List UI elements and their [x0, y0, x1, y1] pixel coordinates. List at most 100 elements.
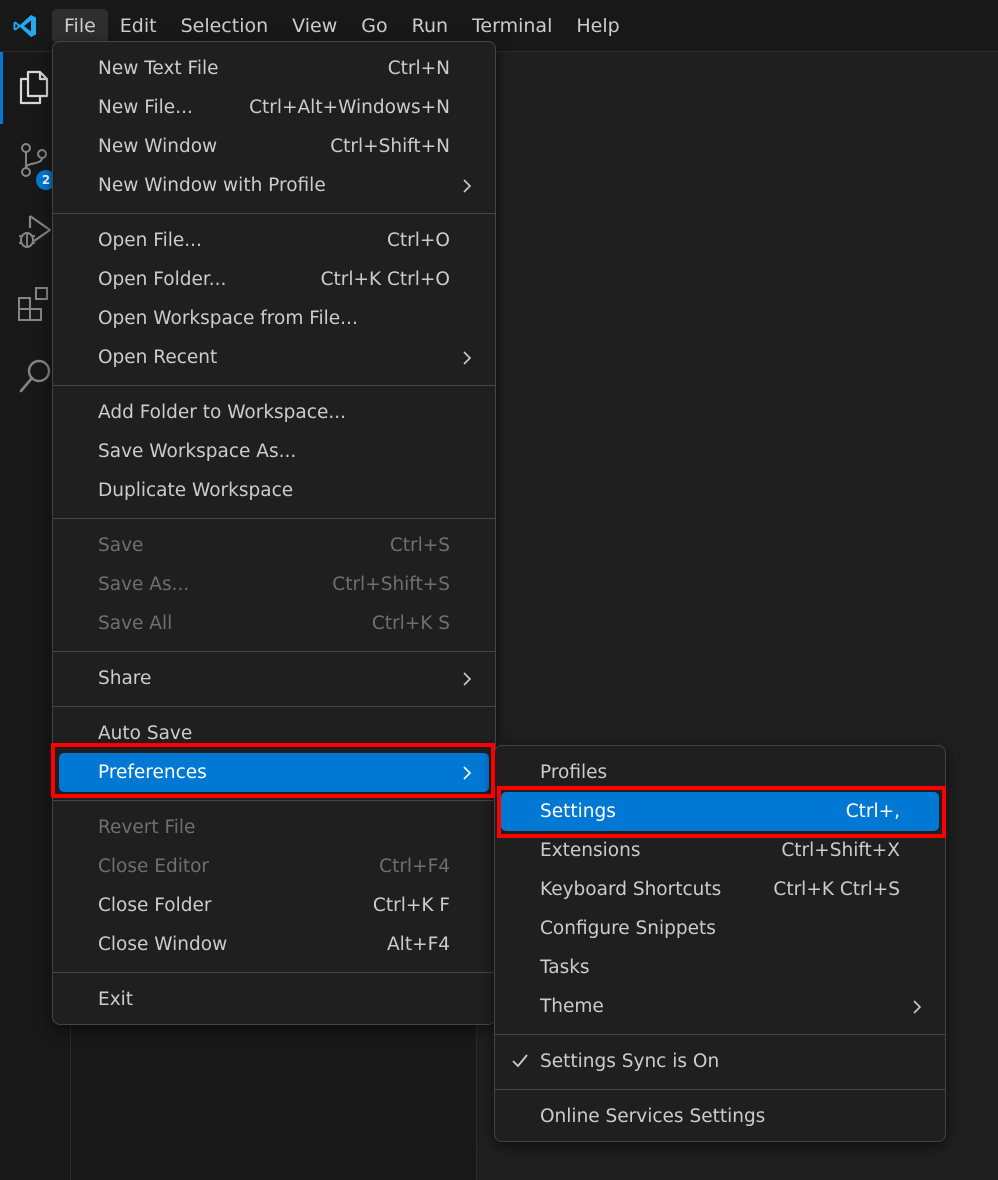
menu-item-label: Save All: [98, 613, 173, 634]
menu-item-settings-sync[interactable]: Settings Sync is On: [495, 1042, 945, 1081]
menu-item-shortcut: Ctrl+K F: [372, 895, 450, 916]
menu-terminal[interactable]: Terminal: [460, 9, 564, 43]
menu-item-save-all[interactable]: Save All Ctrl+K S: [53, 604, 495, 643]
menu-bar: File Edit Selection View Go Run Terminal…: [52, 9, 632, 43]
menu-item-label: Share: [98, 668, 152, 689]
explorer-icon: [19, 70, 49, 105]
menu-item-keyboard-shortcuts[interactable]: Keyboard Shortcuts Ctrl+K Ctrl+S: [495, 870, 945, 909]
menu-separator: [53, 518, 495, 519]
search-icon: [19, 359, 51, 393]
menu-help[interactable]: Help: [564, 9, 631, 43]
menu-item-revert-file[interactable]: Revert File: [53, 808, 495, 847]
menu-item-label: Exit: [98, 989, 134, 1010]
chevron-right-icon: [463, 672, 472, 686]
menu-go[interactable]: Go: [349, 9, 399, 43]
menu-item-label: Close Window: [98, 934, 228, 955]
menu-item-open-recent[interactable]: Open Recent: [53, 338, 495, 377]
menu-item-shortcut: Ctrl+N: [387, 58, 450, 79]
preferences-submenu: Profiles Settings Ctrl+, Extensions Ctrl…: [494, 745, 946, 1142]
menu-item-label: Revert File: [98, 817, 196, 838]
menu-item-label: Save Workspace As...: [98, 441, 297, 462]
menu-item-duplicate-workspace[interactable]: Duplicate Workspace: [53, 471, 495, 510]
menu-separator: [53, 213, 495, 214]
menu-item-open-workspace-from-file[interactable]: Open Workspace from File...: [53, 299, 495, 338]
menu-view[interactable]: View: [280, 9, 349, 43]
menu-item-theme[interactable]: Theme: [495, 987, 945, 1026]
menu-item-new-window-with-profile[interactable]: New Window with Profile: [53, 166, 495, 205]
menu-item-settings[interactable]: Settings Ctrl+,: [495, 792, 945, 831]
menu-item-save[interactable]: Save Ctrl+S: [53, 526, 495, 565]
menu-item-close-folder[interactable]: Close Folder Ctrl+K F: [53, 886, 495, 925]
menu-separator: [495, 1034, 945, 1035]
menu-separator: [53, 385, 495, 386]
menu-item-save-workspace-as[interactable]: Save Workspace As...: [53, 432, 495, 471]
menu-item-shortcut: Ctrl+Shift+S: [332, 574, 450, 595]
chevron-right-icon: [463, 179, 472, 193]
vscode-logo-icon: [13, 15, 36, 37]
menu-item-label: New File...: [98, 97, 193, 118]
menu-item-label: Open Folder...: [98, 269, 227, 290]
menu-item-label: Preferences: [98, 762, 207, 783]
menu-item-label: Profiles: [540, 762, 608, 783]
menu-item-new-window[interactable]: New Window Ctrl+Shift+N: [53, 127, 495, 166]
menu-item-close-window[interactable]: Close Window Alt+F4: [53, 925, 495, 964]
checkmark-icon: [512, 1054, 528, 1068]
menu-item-extensions[interactable]: Extensions Ctrl+Shift+X: [495, 831, 945, 870]
menu-item-label: New Window: [98, 136, 218, 157]
menu-item-configure-snippets[interactable]: Configure Snippets: [495, 909, 945, 948]
menu-item-shortcut: Ctrl+K S: [371, 613, 450, 634]
menu-item-label: Settings Sync is On: [540, 1051, 720, 1072]
menu-item-shortcut: Ctrl+S: [389, 535, 450, 556]
chevron-right-icon: [913, 1000, 922, 1014]
menu-item-shortcut: Ctrl+K Ctrl+O: [320, 269, 450, 290]
menu-item-label: Open File...: [98, 230, 202, 251]
menu-item-close-editor[interactable]: Close Editor Ctrl+F4: [53, 847, 495, 886]
menu-item-label: Keyboard Shortcuts: [540, 879, 722, 900]
menu-separator: [53, 706, 495, 707]
menu-item-label: Open Recent: [98, 347, 218, 368]
menu-item-shortcut: Ctrl+,: [845, 801, 900, 822]
menu-item-label: Close Folder: [98, 895, 212, 916]
menu-run[interactable]: Run: [400, 9, 460, 43]
menu-item-label: New Window with Profile: [98, 175, 326, 196]
menu-item-open-folder[interactable]: Open Folder... Ctrl+K Ctrl+O: [53, 260, 495, 299]
menu-item-label: Settings: [540, 801, 616, 822]
menu-item-shortcut: Ctrl+O: [387, 230, 450, 251]
file-menu: New Text File Ctrl+N New File... Ctrl+Al…: [52, 41, 496, 1025]
menu-item-share[interactable]: Share: [53, 659, 495, 698]
menu-item-label: Auto Save: [98, 723, 193, 744]
menu-item-shortcut: Ctrl+Shift+N: [330, 136, 450, 157]
menu-item-profiles[interactable]: Profiles: [495, 753, 945, 792]
menu-edit[interactable]: Edit: [108, 9, 169, 43]
menu-item-new-text-file[interactable]: New Text File Ctrl+N: [53, 49, 495, 88]
menu-item-label: New Text File: [98, 58, 219, 79]
menu-separator: [53, 800, 495, 801]
menu-item-shortcut: Ctrl+Shift+X: [781, 840, 900, 861]
menu-item-label: Add Folder to Workspace...: [98, 402, 346, 423]
menu-item-label: Online Services Settings: [540, 1106, 766, 1127]
menu-item-auto-save[interactable]: Auto Save: [53, 714, 495, 753]
menu-selection[interactable]: Selection: [169, 9, 281, 43]
menu-item-label: Duplicate Workspace: [98, 480, 294, 501]
menu-item-preferences[interactable]: Preferences: [53, 753, 495, 792]
menu-file[interactable]: File: [52, 9, 108, 43]
menu-item-tasks[interactable]: Tasks: [495, 948, 945, 987]
menu-item-open-file[interactable]: Open File... Ctrl+O: [53, 221, 495, 260]
menu-item-shortcut: Alt+F4: [387, 934, 450, 955]
menu-separator: [53, 651, 495, 652]
menu-item-label: Tasks: [540, 957, 590, 978]
menu-item-new-file[interactable]: New File... Ctrl+Alt+Windows+N: [53, 88, 495, 127]
menu-item-save-as[interactable]: Save As... Ctrl+Shift+S: [53, 565, 495, 604]
menu-separator: [495, 1089, 945, 1090]
run-debug-icon: [19, 215, 52, 248]
menu-item-label: Save: [98, 535, 144, 556]
chevron-right-icon: [463, 351, 472, 365]
menu-item-label: Extensions: [540, 840, 641, 861]
menu-item-label: Close Editor: [98, 856, 210, 877]
menu-item-label: Configure Snippets: [540, 918, 716, 939]
menu-item-add-folder-to-workspace[interactable]: Add Folder to Workspace...: [53, 393, 495, 432]
menu-separator: [53, 972, 495, 973]
menu-item-exit[interactable]: Exit: [53, 980, 495, 1019]
menu-item-online-services-settings[interactable]: Online Services Settings: [495, 1097, 945, 1136]
menu-item-label: Open Workspace from File...: [98, 308, 358, 329]
